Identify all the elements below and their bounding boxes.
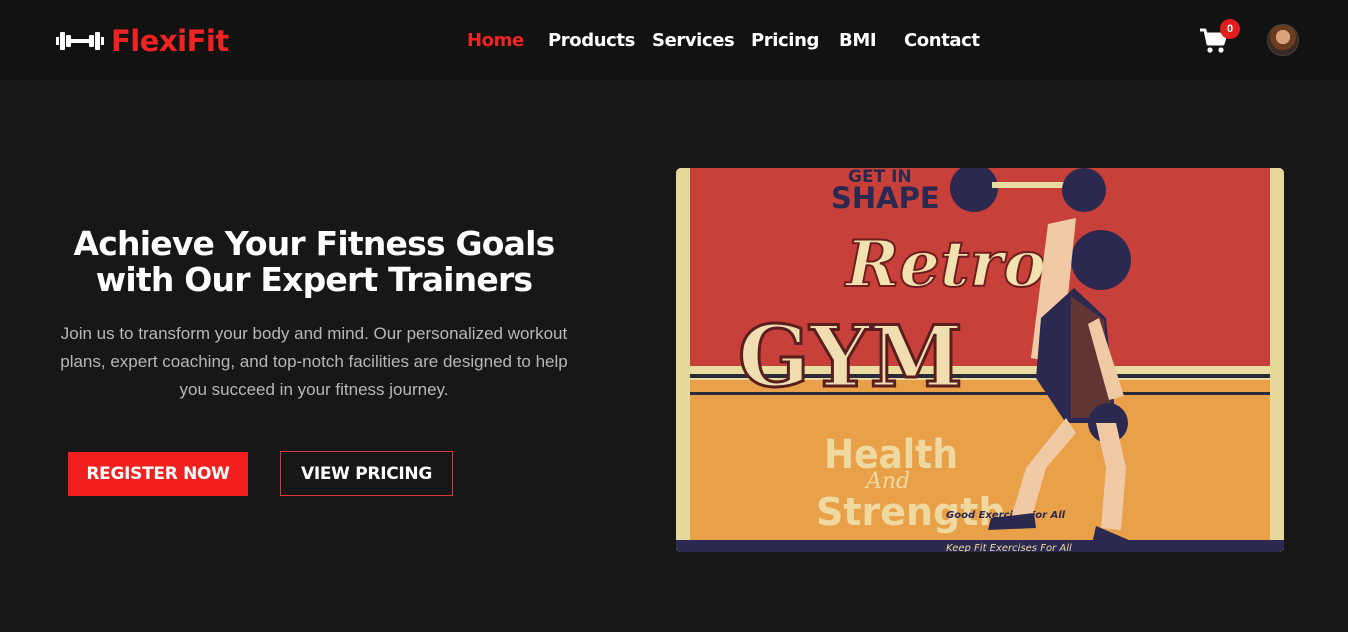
cart-count-badge: 0 xyxy=(1220,19,1240,39)
nav-home[interactable]: Home xyxy=(467,30,524,51)
poster-keep-fit: Keep Fit Exercises For All xyxy=(946,543,1072,552)
poster-shape: SHAPE xyxy=(831,181,940,215)
hero-title: Achieve Your Fitness Goals with Our Expe… xyxy=(73,224,556,299)
poster-retro: Retro xyxy=(844,227,1046,302)
view-pricing-button[interactable]: VIEW PRICING xyxy=(280,451,453,496)
retro-gym-poster-image: GET IN SHAPE Retro GYM Health And Streng… xyxy=(676,168,1284,552)
nav-products[interactable]: Products xyxy=(548,30,635,51)
nav-pricing[interactable]: Pricing xyxy=(751,30,819,51)
navbar: FlexiFit Home Products Services Pricing … xyxy=(0,0,1348,80)
nav-services[interactable]: Services xyxy=(652,30,735,51)
main-nav: Home Products Services Pricing BMI Conta… xyxy=(0,30,1348,54)
nav-bmi[interactable]: BMI xyxy=(839,30,877,51)
register-now-button[interactable]: REGISTER NOW xyxy=(68,452,248,496)
nav-contact[interactable]: Contact xyxy=(904,30,980,51)
poster-gym: GYM xyxy=(738,307,963,406)
hero-description: Join us to transform your body and mind.… xyxy=(60,324,568,399)
user-avatar[interactable] xyxy=(1267,24,1299,56)
poster-art: GET IN SHAPE Retro GYM Health And Streng… xyxy=(676,168,1284,552)
